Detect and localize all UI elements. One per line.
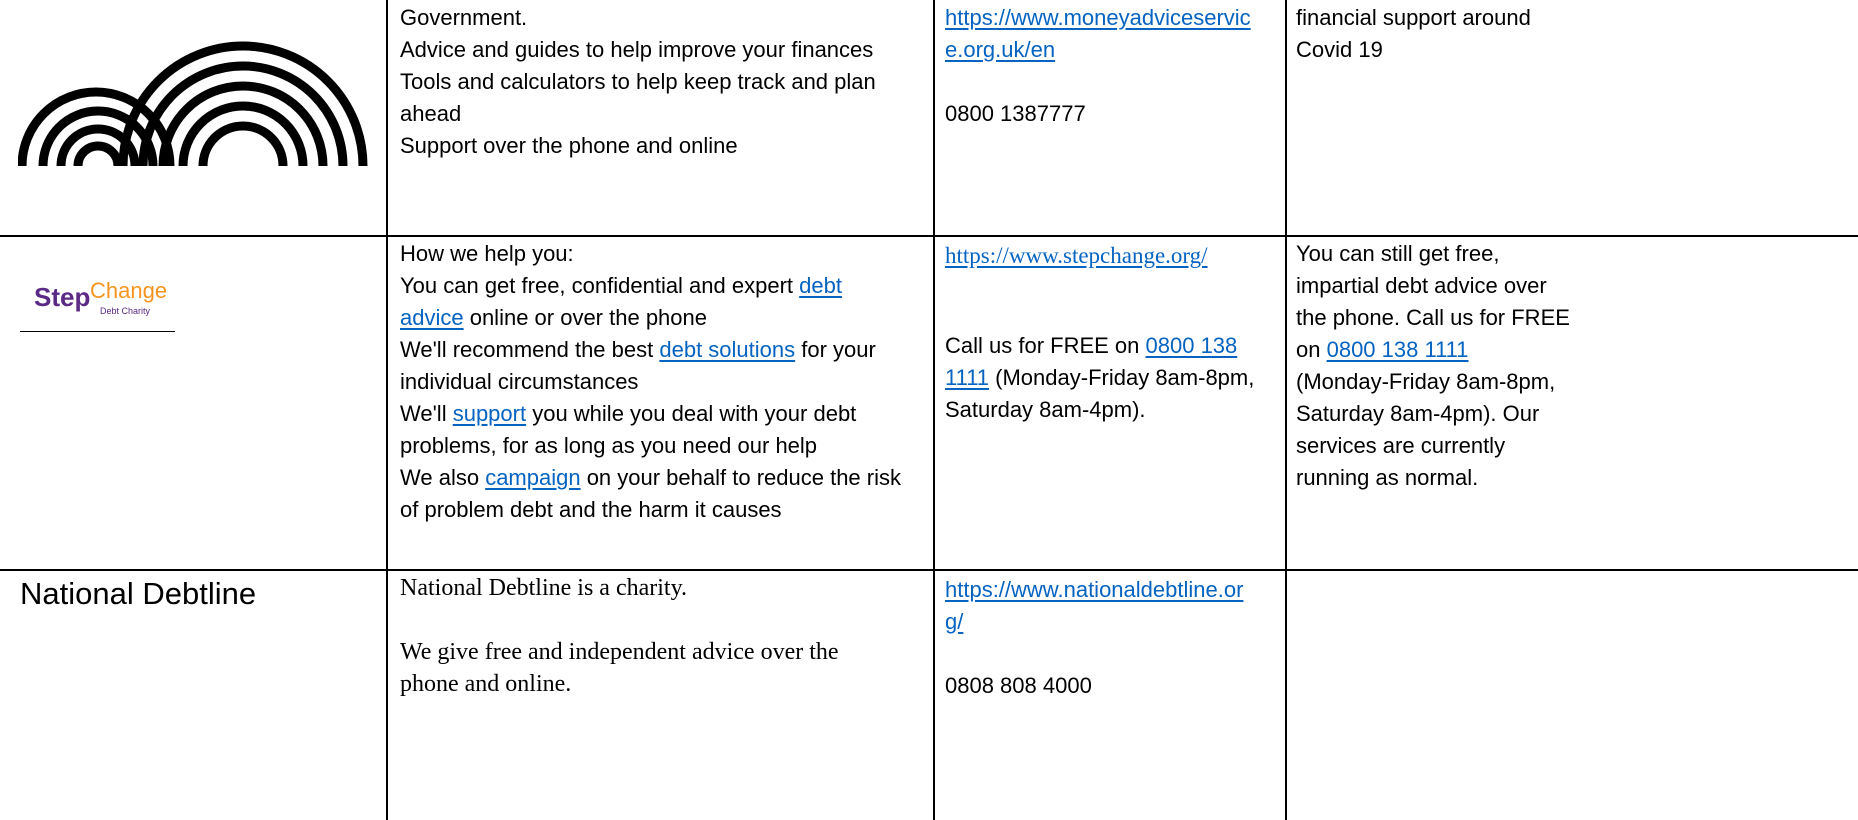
logo-underline [20,331,175,332]
stepchange-logo-tagline: Debt Charity [100,306,151,316]
description-line: We also campaign on your behalf to reduc… [400,462,901,494]
phone-text: Call us for FREE on [945,333,1146,358]
description-line: We'll recommend the best debt solutions … [400,334,901,366]
description-line: You can get free, confidential and exper… [400,270,901,302]
covid-note-line: impartial debt advice over [1296,273,1547,298]
debt-advice-link[interactable]: debt [799,273,842,298]
description-text: You can get free, confidential and exper… [400,273,800,298]
phone-line: Call us for FREE on 0800 138 [945,330,1254,362]
money-advice-service-logo [18,41,368,167]
description-line: Advice and guides to help improve your f… [400,37,874,62]
stepchange-phone-link[interactable]: 0800 138 [1146,333,1238,358]
description-line: We'll support you while you deal with yo… [400,398,901,430]
description-line: phone and online. [400,671,572,697]
debt-advice-link[interactable]: advice [400,305,464,330]
description-line: ahead [400,101,462,126]
covid-note-line: Covid 19 [1296,37,1383,62]
covid-note-line: on 0800 138 1111 [1296,334,1570,366]
row2-phone: Call us for FREE on 0800 138 1111 (Monda… [945,330,1254,426]
row2-contact: https://www.stepchange.org/ [945,240,1208,272]
stepchange-phone-link[interactable]: 1111 [945,365,989,390]
campaign-link[interactable]: campaign [485,465,580,490]
description-text: on your behalf to reduce the risk [580,465,901,490]
covid-note-line: (Monday-Friday 8am-8pm, [1296,369,1556,394]
covid-note-line: You can still get free, [1296,241,1500,266]
description-text: We also [400,465,486,490]
org-name-national-debtline: National Debtline [20,576,257,611]
row3-contact: https://www.nationaldebtline.or g/ 0808 … [945,574,1243,702]
row1-description: Government. Advice and guides to help im… [400,2,876,162]
row2-description: How we help you: You can get free, confi… [400,238,901,526]
row3-description: National Debtline is a charity. We give … [400,572,839,700]
money-advice-website-link[interactable]: e.org.uk/en [945,34,1251,66]
national-debtline-phone: 0808 808 4000 [945,673,1092,698]
description-line: Tools and calculators to help keep track… [400,69,876,94]
row1-contact: https://www.moneyadviceservic e.org.uk/e… [945,2,1251,130]
description-text: you while you deal with your debt [526,401,857,426]
column-divider-1 [386,0,388,820]
money-advice-phone: 0800 1387777 [945,101,1086,126]
row-divider-2 [0,569,1858,571]
description-text: We'll recommend the best [400,337,660,362]
support-link[interactable]: support [453,401,526,426]
covid-note-line: the phone. Call us for FREE [1296,305,1570,330]
description-line: We give free and independent advice over… [400,639,839,665]
covid-note-line: services are currently [1296,433,1506,458]
description-line: of problem debt and the harm it causes [400,497,782,522]
organisations-table: Government. Advice and guides to help im… [0,0,1858,820]
description-line: individual circumstances [400,369,639,394]
description-line: National Debtline is a charity. [400,575,688,601]
stepchange-website-link[interactable]: https://www.stepchange.org/ [945,240,1208,272]
money-advice-website-link[interactable]: https://www.moneyadviceservic [945,2,1251,34]
description-text: We'll [400,401,453,426]
covid-phone-link[interactable]: 0800 138 1111 [1327,337,1469,362]
description-text: for your [795,337,876,362]
description-line: problems, for as long as you need our he… [400,433,818,458]
row1-covid-note: financial support around Covid 19 [1296,2,1531,66]
debt-solutions-link[interactable]: debt solutions [659,337,795,362]
row2-covid-note: You can still get free, impartial debt a… [1296,238,1570,494]
description-line: Government. [400,5,528,30]
stepchange-logo-main: Step [34,282,91,312]
column-divider-3 [1285,0,1287,820]
national-debtline-website-link[interactable]: https://www.nationaldebtline.or [945,574,1243,606]
description-line: advice online or over the phone [400,302,901,334]
description-text: online or over the phone [463,305,707,330]
stepchange-logo-accent: Change [90,278,168,303]
description-line: Support over the phone and online [400,133,738,158]
description-line: How we help you: [400,241,574,266]
covid-note-text: on [1296,337,1327,362]
covid-note-line: financial support around [1296,5,1531,30]
stepchange-logo: Step Change Debt Charity [20,278,180,338]
covid-note-line: Saturday 8am-4pm). Our [1296,401,1540,426]
column-divider-2 [933,0,935,820]
national-debtline-website-link[interactable]: g/ [945,606,1243,638]
phone-line: 1111 (Monday-Friday 8am-8pm, [945,362,1254,394]
row-divider-1 [0,235,1858,237]
covid-note-line: running as normal. [1296,465,1479,490]
phone-line: Saturday 8am-4pm). [945,397,1146,422]
phone-text: (Monday-Friday 8am-8pm, [989,365,1255,390]
